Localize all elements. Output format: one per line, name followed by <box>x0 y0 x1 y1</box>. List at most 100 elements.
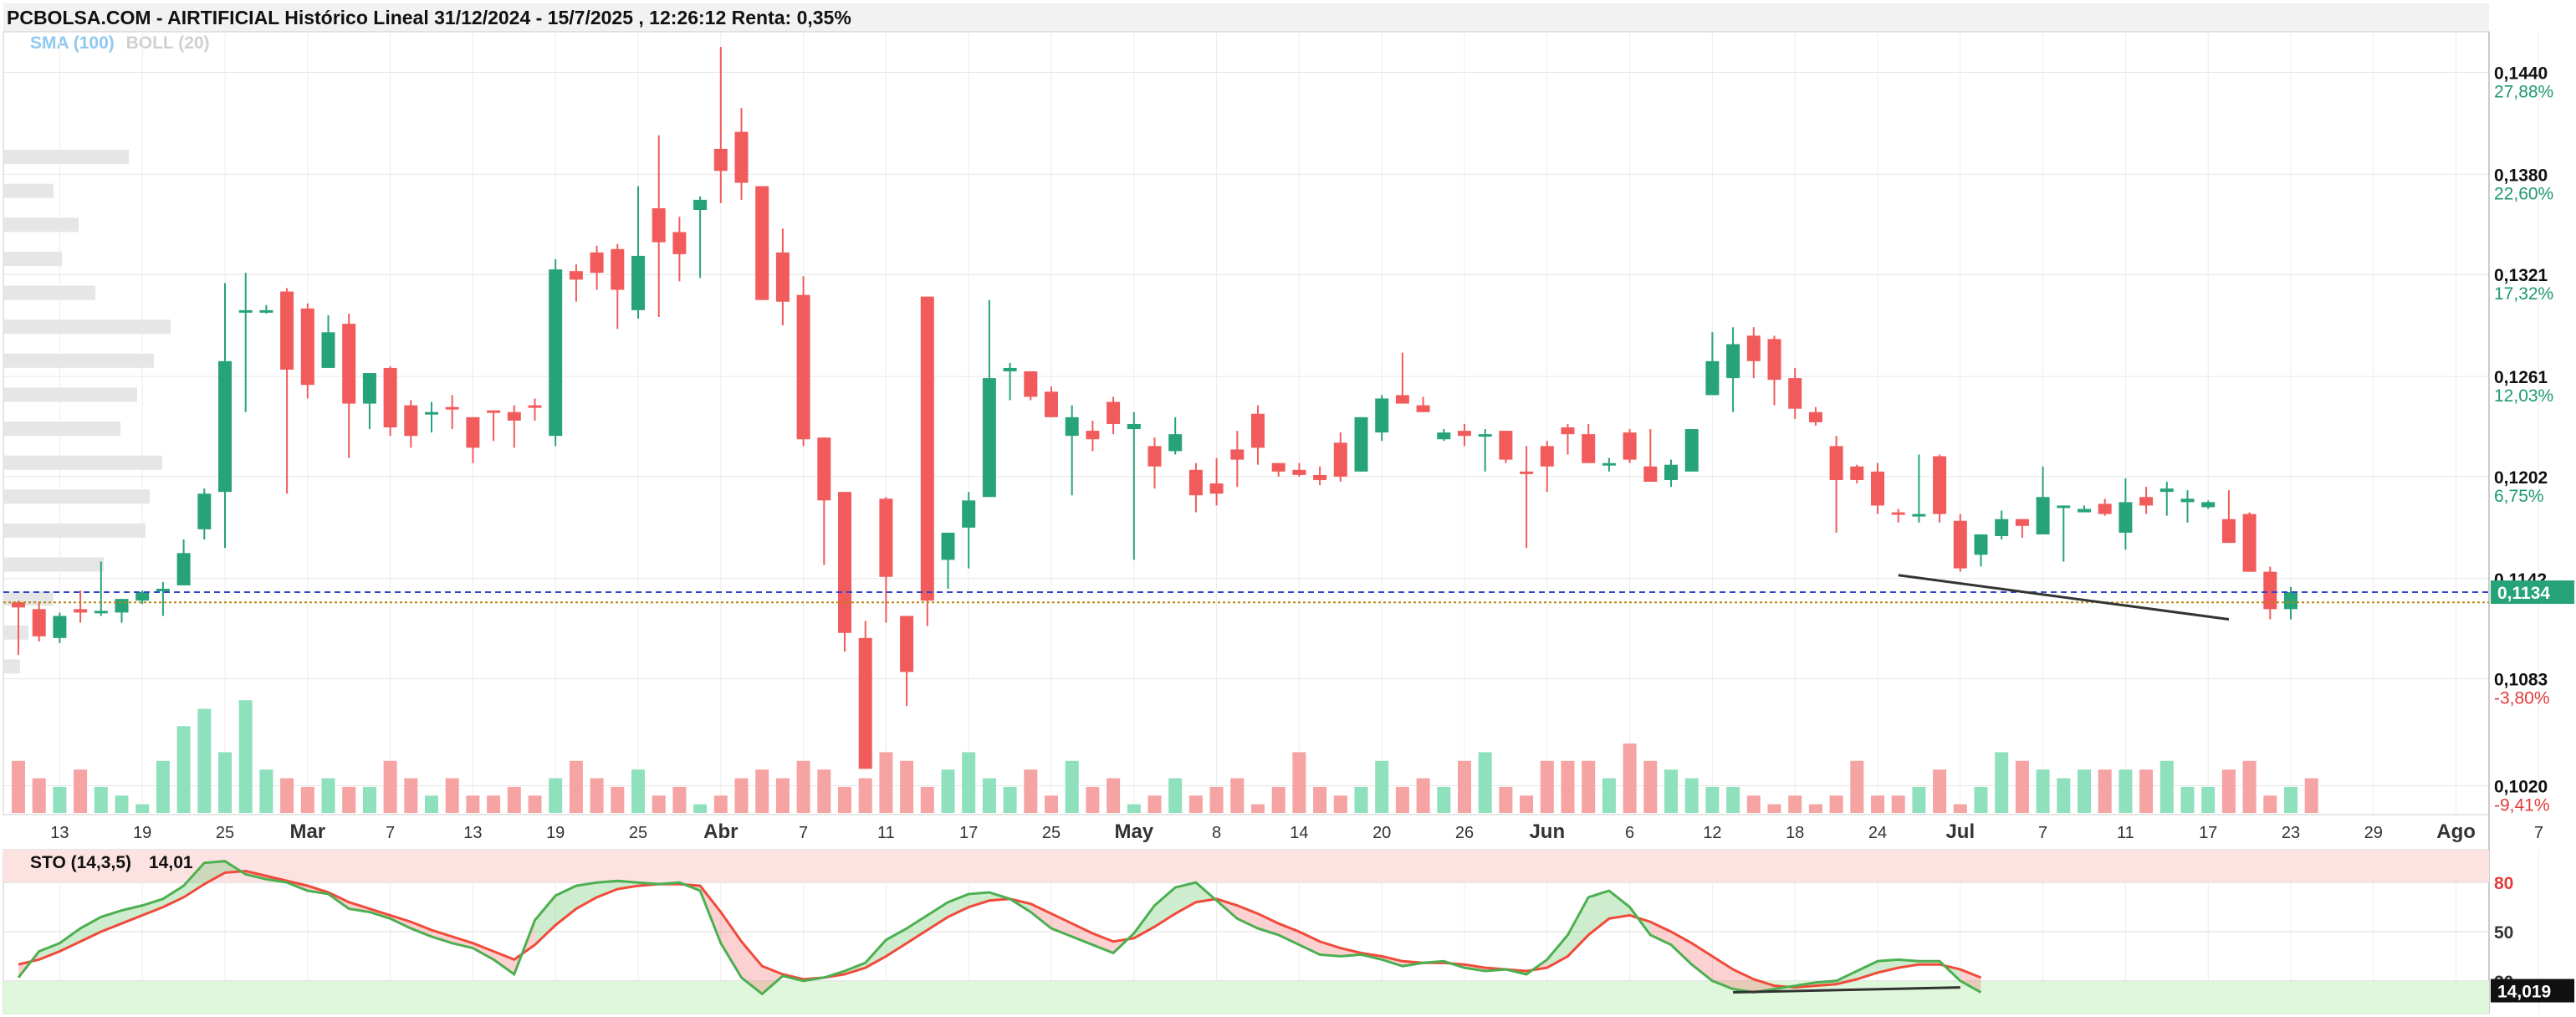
candle-body <box>1891 512 1905 515</box>
volume-bar <box>1995 752 2009 813</box>
price-axis: 0,144027,88% 0,138022,60% 0,132117,32% 0,12… <box>2488 32 2574 1014</box>
volume-bar <box>2057 778 2071 813</box>
date-tick-label: 20 <box>1372 824 1391 842</box>
candle-body <box>2078 508 2091 513</box>
candle-body <box>1065 417 1079 437</box>
volume-bar <box>1478 752 1492 813</box>
volume-bar <box>1643 760 1658 813</box>
candle-body <box>362 373 376 404</box>
price-tick-label: 0,1440 <box>2494 64 2548 84</box>
percent-tick-label: 12,03% <box>2494 386 2553 406</box>
sto-current-label: 14,019 <box>2497 983 2551 1002</box>
candle-body <box>32 609 46 636</box>
candle-body <box>156 588 170 591</box>
volume-bar <box>631 769 645 813</box>
volume-bar <box>12 760 25 813</box>
date-tick-label: Abr <box>703 820 738 843</box>
date-tick-label: 19 <box>546 824 565 842</box>
price-tick-label: 0,1261 <box>2494 368 2548 387</box>
volume-bar <box>383 760 397 813</box>
volume-bar <box>1127 804 1141 813</box>
volume-bar <box>1209 786 1224 813</box>
volume-bar <box>1891 795 1905 813</box>
date-tick-label: 29 <box>2364 824 2383 842</box>
sto-level-label: 50 <box>2494 923 2513 943</box>
volume-bar <box>1065 760 1079 813</box>
sto-level-label: 80 <box>2494 874 2513 893</box>
volume-bar <box>2221 769 2236 813</box>
candle-body <box>796 294 810 440</box>
candle-body <box>2180 498 2195 503</box>
candle-body <box>1292 469 1306 475</box>
volume-bar <box>2036 769 2050 813</box>
volume-bar <box>2180 786 2195 813</box>
volume-profile-bar <box>3 557 104 572</box>
candle-body <box>2139 497 2154 506</box>
candle-body <box>1540 446 1554 467</box>
volume-bar <box>920 786 934 813</box>
volume-bar <box>1251 804 1265 813</box>
volume-bar <box>197 708 212 813</box>
volume-bar <box>2263 795 2277 813</box>
volume-bar <box>115 795 129 813</box>
volume-bar <box>1602 778 1616 813</box>
candle-body <box>2221 519 2236 544</box>
candle-body <box>2263 571 2277 610</box>
candle-body <box>1912 514 1926 517</box>
sto-fill-segment <box>720 912 742 978</box>
volume-bar <box>528 795 542 813</box>
candle-body <box>53 616 67 638</box>
date-tick-label: 7 <box>2534 824 2543 842</box>
candle-body <box>838 492 851 633</box>
candle-body <box>1995 519 2009 536</box>
volume-bar <box>1024 769 1038 813</box>
volume-bar <box>962 752 976 813</box>
percent-tick-label: 6,75% <box>2494 487 2544 506</box>
date-tick-label: 7 <box>386 824 395 842</box>
candle-body <box>1953 520 1967 569</box>
volume-bar <box>1292 752 1306 813</box>
date-tick-label: 6 <box>1625 824 1634 842</box>
date-tick-label: Jul <box>1945 820 1975 843</box>
volume-bar <box>2242 760 2257 813</box>
candle-body <box>1561 427 1575 435</box>
overbought-zone <box>3 850 2489 883</box>
volume-bar <box>672 786 687 813</box>
date-tick-label: 25 <box>629 824 647 842</box>
candle-body <box>1313 474 1327 480</box>
candle-body <box>2057 505 2071 508</box>
sto-fill-segment <box>927 902 948 931</box>
candle-body <box>1850 466 1864 480</box>
volume-bar <box>1582 760 1596 813</box>
date-tick-label: 7 <box>2038 824 2047 842</box>
candle-body <box>425 411 438 415</box>
volume-bar <box>1395 786 1409 813</box>
candle-body <box>2015 519 2029 526</box>
candle-body <box>2284 592 2297 610</box>
volume-bar <box>1871 795 1884 813</box>
candle-body <box>879 498 893 577</box>
candle-body <box>734 131 749 183</box>
candle-body <box>611 248 625 290</box>
volume-bar <box>1850 760 1864 813</box>
candle-body <box>2036 497 2050 534</box>
candle-body <box>817 437 831 501</box>
candle-body <box>1499 431 1513 460</box>
price-tick-label: 0,1380 <box>2494 166 2548 185</box>
candle-body <box>1168 434 1183 452</box>
volume-bar <box>53 786 67 813</box>
sto-fill-segment <box>907 915 928 943</box>
candle-body <box>383 367 397 428</box>
price-chart[interactable]: 13 19 25 Mar 7 13 19 25 Abr 7 11 17 25 May 8 14 20 26 Jun 6… <box>0 0 2576 1017</box>
volume-bar <box>1705 786 1720 813</box>
candle-body <box>1623 432 1637 460</box>
volume-bar <box>1147 795 1162 813</box>
volume-profile-bar <box>3 251 62 266</box>
volume-profile-bar <box>3 455 162 470</box>
candle-body <box>1746 335 1761 361</box>
candle-body <box>218 360 232 493</box>
percent-tick-label: 17,32% <box>2494 284 2553 304</box>
volume-bar <box>713 795 728 813</box>
candle-body <box>1271 463 1285 472</box>
volume-bar <box>259 769 273 813</box>
